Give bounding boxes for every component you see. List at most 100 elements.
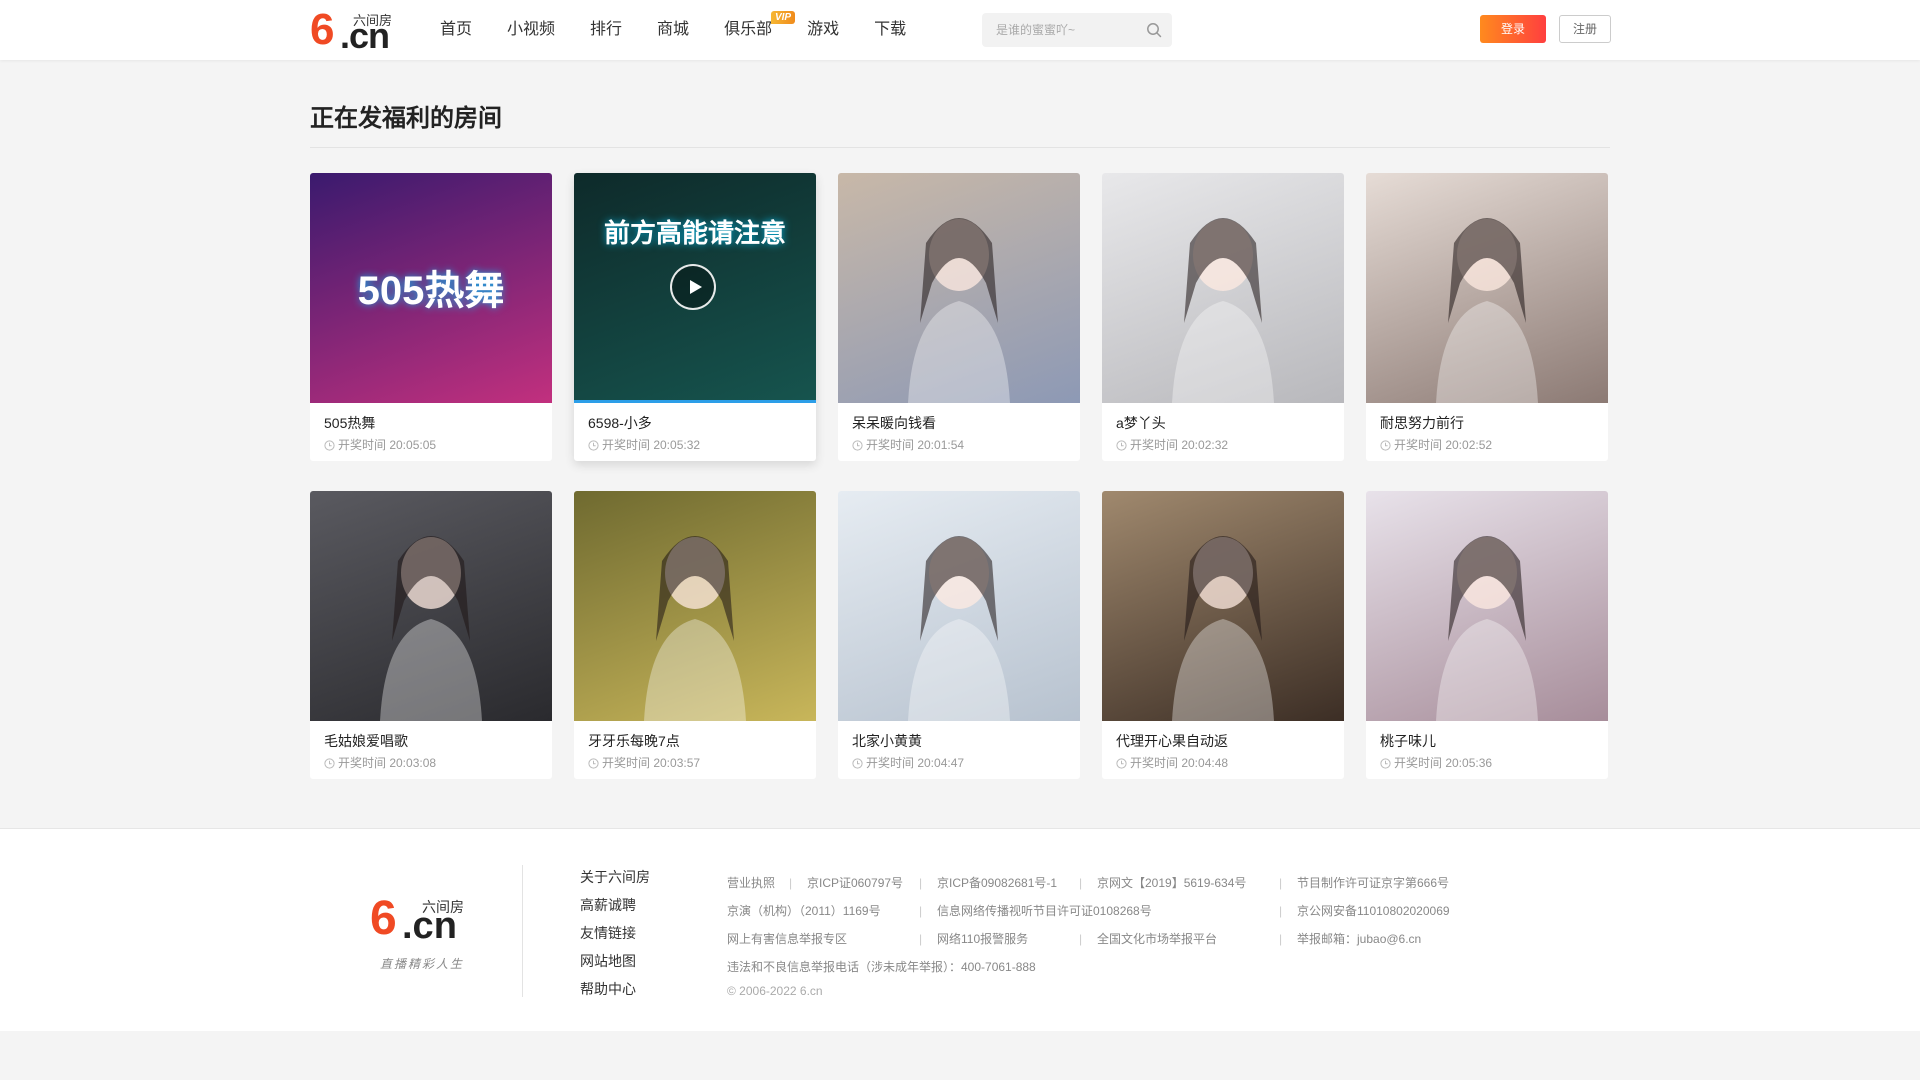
nav-item-download[interactable]: 下载	[874, 0, 906, 60]
footer-logo[interactable]: 6 .cn 六间房 直播精彩人生	[370, 895, 480, 985]
footer-divider	[522, 865, 523, 997]
search-button[interactable]	[1136, 13, 1172, 47]
room-name: 毛姑娘爱唱歌	[324, 733, 408, 749]
license-item[interactable]: 举报邮箱：jubao@6.cn	[1297, 925, 1421, 953]
room-thumbnail[interactable]	[838, 491, 1080, 721]
footer-link-friends[interactable]: 友情链接	[580, 919, 650, 947]
room-name: 6598-小多	[588, 415, 652, 431]
room-thumbnail[interactable]	[1102, 173, 1344, 403]
info-separator: |	[1279, 876, 1283, 890]
draw-time-label: 开奖时间 20:02:52	[1394, 438, 1493, 452]
clock-icon	[324, 757, 335, 769]
footer-links: 关于六间房 高薪诚聘 友情链接 网站地图 帮助中心	[580, 863, 650, 1003]
draw-time-label: 开奖时间 20:04:47	[866, 756, 965, 770]
clock-icon	[588, 757, 599, 769]
room-thumbnail[interactable]	[1366, 491, 1608, 721]
license-item[interactable]: 京ICP备09082681号-1	[937, 869, 1057, 897]
streamer-photo	[908, 536, 1010, 721]
room-thumbnail[interactable]	[838, 173, 1080, 403]
room-card[interactable]: 呆呆暖向钱看 开奖时间 20:01:54	[838, 173, 1080, 461]
footer-link-jobs[interactable]: 高薪诚聘	[580, 891, 650, 919]
license-item[interactable]: 信息网络传播视听节目许可证0108268号	[937, 897, 1152, 925]
footer-link-help[interactable]: 帮助中心	[580, 975, 650, 1003]
room-thumbnail[interactable]	[574, 491, 816, 721]
main-nav: 首页 小视频 排行 商城 俱乐部 VIP 游戏 下载	[440, 0, 941, 60]
room-thumbnail[interactable]	[310, 491, 552, 721]
register-button[interactable]: 注册	[1559, 15, 1611, 43]
license-item[interactable]: 节目制作许可证京字第666号	[1297, 869, 1449, 897]
room-thumbnail[interactable]	[1366, 173, 1608, 403]
room-thumbnail[interactable]: 505热舞	[310, 173, 552, 403]
nav-item-home[interactable]: 首页	[440, 0, 472, 60]
info-separator: |	[1279, 904, 1283, 918]
nav-label: 首页	[440, 21, 473, 38]
clock-icon	[324, 439, 335, 451]
search-input[interactable]	[982, 13, 1144, 47]
streamer-photo	[1436, 218, 1538, 403]
license-item[interactable]: 京ICP证060797号	[807, 869, 903, 897]
draw-time: 开奖时间 20:05:36	[1366, 750, 1608, 771]
clock-icon	[1380, 757, 1391, 769]
draw-time-label: 开奖时间 20:03:08	[338, 756, 437, 770]
clock-icon	[1380, 439, 1391, 451]
room-grid: 505热舞 505热舞 开奖时间 20:05:05 前方高能请注意 6598-小多 开奖时…	[310, 173, 1610, 779]
main-content: 正在发福利的房间 505热舞 505热舞 开奖时间 20:05:05 前方高能请注意 6…	[310, 60, 1610, 779]
nav-item-mall[interactable]: 商城	[657, 0, 689, 60]
copyright: © 2006-2022 6.cn	[727, 984, 823, 998]
license-item[interactable]: 营业执照	[727, 869, 775, 897]
draw-time: 开奖时间 20:01:54	[838, 432, 1080, 453]
draw-time: 开奖时间 20:02:32	[1102, 432, 1344, 453]
room-card[interactable]: 毛姑娘爱唱歌开奖时间 20:03:08	[310, 491, 552, 779]
room-card[interactable]: 耐思努力前行 开奖时间 20:02:52	[1366, 173, 1608, 461]
draw-time-label: 开奖时间 20:02:32	[1130, 438, 1229, 452]
license-item[interactable]: 网上有害信息举报专区	[727, 925, 847, 953]
room-name: 牙牙乐每晚7点	[588, 733, 680, 749]
nav-item-short-video[interactable]: 小视频	[507, 0, 555, 60]
clock-icon	[1116, 757, 1127, 769]
room-name: 呆呆暖向钱看	[852, 415, 936, 431]
room-card[interactable]: a梦丫头 开奖时间 20:02:32	[1102, 173, 1344, 461]
info-separator: |	[1079, 932, 1083, 946]
draw-time-label: 开奖时间 20:05:32	[602, 438, 701, 452]
room-card[interactable]: 北家小黄黄开奖时间 20:04:47	[838, 491, 1080, 779]
room-name: 北家小黄黄	[852, 733, 922, 749]
draw-time: 开奖时间 20:05:05	[310, 432, 552, 453]
room-card[interactable]: 505热舞 505热舞 开奖时间 20:05:05	[310, 173, 552, 461]
room-thumbnail[interactable]: 前方高能请注意	[574, 173, 816, 403]
nav-label: 下载	[874, 21, 907, 38]
room-name: 桃子味儿	[1380, 733, 1436, 749]
room-card[interactable]: 前方高能请注意 6598-小多开奖时间 20:05:32	[574, 173, 816, 461]
nav-item-ranking[interactable]: 排行	[590, 0, 622, 60]
draw-time: 开奖时间 20:04:47	[838, 750, 1080, 771]
license-item[interactable]: 全国文化市场举报平台	[1097, 925, 1217, 953]
license-item[interactable]: 京网文【2019】5619-634号	[1097, 869, 1246, 897]
draw-time-label: 开奖时间 20:04:48	[1130, 756, 1229, 770]
nav-item-games[interactable]: 游戏	[807, 0, 839, 60]
search-box	[982, 13, 1172, 47]
draw-time: 开奖时间 20:03:08	[310, 750, 552, 771]
room-card[interactable]: 代理开心果自动返 开奖时间 20:04:48	[1102, 491, 1344, 779]
info-row: 营业执照 | 京ICP证060797号 | 京ICP备09082681号-1 |…	[727, 869, 1607, 897]
license-item[interactable]: 网络110报警服务	[937, 925, 1028, 953]
room-thumbnail[interactable]	[1102, 491, 1344, 721]
streamer-photo	[1172, 218, 1274, 403]
info-row: 京演（机构）（2011）1169号 | 信息网络传播视听节目许可证0108268…	[727, 897, 1607, 925]
footer-link-about[interactable]: 关于六间房	[580, 863, 650, 891]
nav-label: 小视频	[507, 21, 556, 38]
draw-time: 开奖时间 20:03:57	[574, 750, 816, 771]
site-logo[interactable]: 6 .cn 六间房	[310, 8, 400, 54]
room-card[interactable]: 桃子味儿 开奖时间 20:05:36	[1366, 491, 1608, 779]
login-button[interactable]: 登录	[1480, 15, 1546, 43]
footer-link-sitemap[interactable]: 网站地图	[580, 947, 650, 975]
license-item[interactable]: 京公网安备11010802020069	[1297, 897, 1450, 925]
section-title: 正在发福利的房间	[310, 105, 502, 132]
play-icon[interactable]	[670, 264, 716, 310]
vip-badge: VIP	[770, 11, 796, 24]
logo-name: 六间房	[353, 13, 393, 28]
license-item[interactable]: 京演（机构）（2011）1169号	[727, 897, 881, 925]
nav-item-club[interactable]: 俱乐部 VIP	[724, 0, 796, 60]
room-card[interactable]: 牙牙乐每晚7点 开奖时间 20:03:57	[574, 491, 816, 779]
site-footer: 6 .cn 六间房 直播精彩人生 关于六间房 高薪诚聘 友情链接 网站地图 帮助…	[0, 828, 1920, 1031]
nav-label: 游戏	[807, 21, 840, 38]
footer-logo-name: 六间房	[422, 899, 464, 915]
